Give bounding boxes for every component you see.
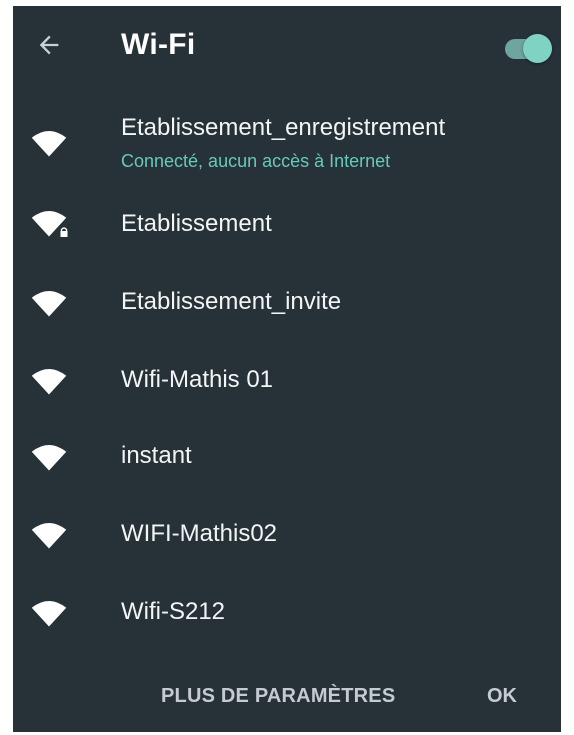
wifi-icon <box>31 523 67 549</box>
wifi-icon <box>31 131 67 157</box>
network-item[interactable]: Etablissement_enregistrement Connecté, a… <box>13 94 561 171</box>
dialog-header: Wi-Fi <box>13 6 561 86</box>
network-status: Connecté, aucun accès à Internet <box>121 151 391 171</box>
network-name: instant <box>121 442 192 469</box>
wifi-dialog: Wi-Fi Etablissement_enregistrement Conne… <box>13 6 561 732</box>
network-name: Etablissement_enregistrement <box>121 114 446 141</box>
toggle-thumb <box>523 34 552 63</box>
network-item[interactable]: Wifi-S212 <box>13 584 561 654</box>
network-item[interactable]: Etablissement_invite <box>13 272 561 342</box>
page-title: Wi-Fi <box>121 28 196 61</box>
ok-button[interactable]: OK <box>487 676 517 716</box>
more-settings-button[interactable]: PLUS DE PARAMÈTRES <box>161 676 395 716</box>
network-name: WIFI-Mathis02 <box>121 520 278 547</box>
network-item[interactable]: Wifi-Mathis 01 <box>13 350 561 420</box>
wifi-toggle[interactable] <box>501 33 553 63</box>
network-name: Etablissement_invite <box>121 288 342 315</box>
wifi-icon <box>31 601 67 627</box>
wifi-icon <box>31 291 67 317</box>
lock-icon <box>59 226 69 238</box>
network-item[interactable]: WIFI-Mathis02 <box>13 506 561 576</box>
wifi-icon <box>31 369 67 395</box>
network-item[interactable]: instant <box>13 428 561 498</box>
dialog-footer: PLUS DE PARAMÈTRES OK <box>13 676 561 732</box>
network-name: Wifi-Mathis 01 <box>121 366 274 393</box>
wifi-icon <box>31 445 67 471</box>
network-name: Wifi-S212 <box>121 598 226 625</box>
arrow-left-icon[interactable] <box>35 31 63 59</box>
network-item[interactable]: Etablissement <box>13 194 561 264</box>
network-name: Etablissement <box>121 210 272 237</box>
